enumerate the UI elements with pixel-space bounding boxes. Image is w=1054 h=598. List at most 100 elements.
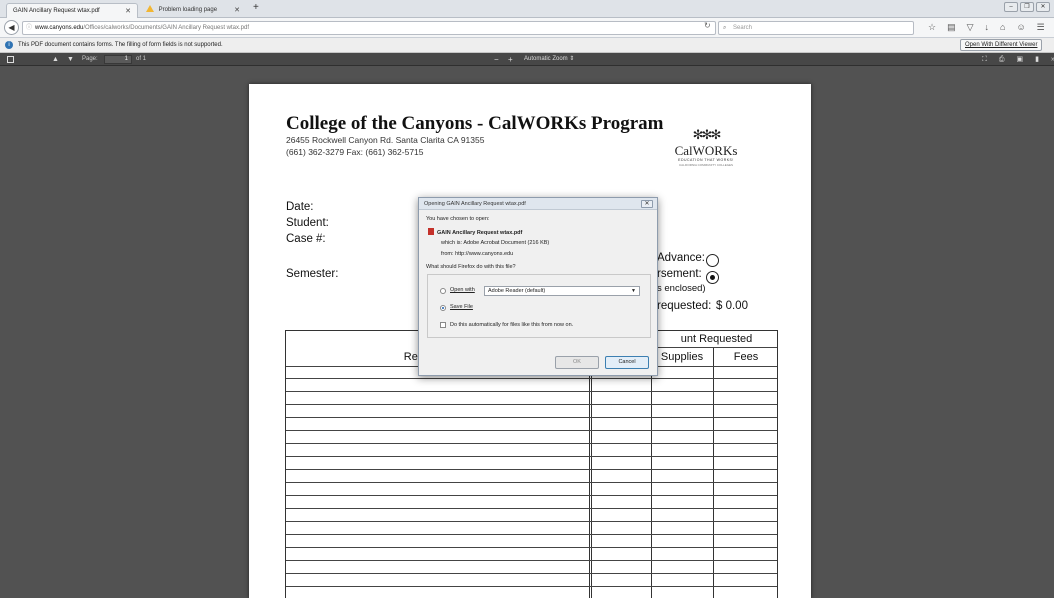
supplies-header: Supplies [660,351,704,363]
page-count: of 1 [136,56,147,62]
pdf-file-icon [428,228,434,235]
menu-icon[interactable]: ☰ [1037,22,1045,33]
tab-strip: GAIN Ancillary Request wtax.pdf ✕ Proble… [0,0,1054,18]
new-tab-button[interactable]: + [253,2,259,13]
page-number-input[interactable]: 1 [104,55,132,64]
total-requested-amount[interactable]: $ 0.00 [716,300,748,312]
navigation-bar: ◀ ⓘ www.canyons.edu/Offices/calworks/Doc… [0,18,1054,38]
row-divider [286,573,777,574]
date-label: Date: [286,201,314,213]
dialog-close-button[interactable]: ✕ [641,200,653,208]
row-divider [286,430,777,431]
save-icon[interactable]: ▣ [1017,53,1024,66]
row-divider [286,482,777,483]
sidebar-toggle-icon[interactable] [7,56,14,63]
tab-label: GAIN Ancillary Request wtax.pdf [13,8,100,14]
cancel-button[interactable]: Cancel [605,356,649,369]
search-icon: ⌕ [723,25,727,31]
row-divider [286,456,777,457]
bookmark-icon[interactable]: ▮ [1035,53,1039,66]
warning-icon [146,5,154,12]
download-icon[interactable]: ↓ [985,22,990,33]
notification-text: This PDF document contains forms. The fi… [18,42,223,48]
dialog-title: Opening GAIN Ancillary Request wtax.pdf [419,198,657,210]
pocket-icon[interactable]: ▽ [967,22,974,33]
row-divider [286,560,777,561]
chevron-down-icon: ▼ [631,288,636,294]
row-divider [286,586,777,587]
amount-requested-header: unt Requested [680,333,753,345]
next-page-icon[interactable]: ▼ [67,53,74,66]
receipts-enclosed-note: s enclosed) [657,283,706,294]
auto-action-label[interactable]: Do this automatically for files like thi… [450,322,573,328]
info-icon: i [5,41,13,49]
auto-action-checkbox[interactable] [440,322,446,328]
row-divider [286,417,777,418]
previous-page-icon[interactable]: ▲ [52,53,59,66]
home-icon[interactable]: ⌂ [1000,22,1005,33]
url-path: /Offices/calworks/Documents/GAIN Ancilla… [83,25,249,31]
reload-icon[interactable]: ↻ [704,21,711,30]
ok-button[interactable]: OK [555,356,599,369]
open-with-radio[interactable] [440,288,446,294]
close-window-button[interactable]: ✕ [1036,2,1050,12]
row-divider [286,443,777,444]
reimbursement-radio[interactable] [706,271,719,284]
case-number-label: Case #: [286,233,326,245]
open-with-app-select[interactable]: Adobe Reader (default) ▼ [484,286,640,296]
save-file-radio[interactable] [440,305,446,311]
semester-label: Semester: [286,268,339,280]
star-icon[interactable]: ☆ [928,22,936,33]
reading-list-icon[interactable]: ▤ [947,22,956,33]
student-label: Student: [286,217,329,229]
pdf-tool-icons: ⛶ ⎙ ▣ ▮ » [982,53,1054,66]
row-divider [286,534,777,535]
tab-problem-loading[interactable]: Problem loading page ✕ [140,3,246,18]
row-divider [286,404,777,405]
row-divider [286,391,777,392]
zoom-out-button[interactable]: − [494,53,499,66]
open-different-viewer-button[interactable]: Open With Different Viewer [960,39,1043,51]
close-tab-icon[interactable]: ✕ [125,4,131,18]
url-bar[interactable]: ⓘ www.canyons.edu/Offices/calworks/Docum… [22,21,716,35]
advance-radio[interactable] [706,254,719,267]
toolbar-icons: ☆ ▤ ▽ ↓ ⌂ ☺ ☰ [928,22,1045,33]
logo-subtitle: CALIFORNIA COMMUNITY COLLEGES [678,163,734,167]
zoom-select[interactable]: Automatic Zoom ⇕ [524,53,574,66]
tab-label: Problem loading page [158,7,218,13]
presentation-mode-icon[interactable]: ⛶ [982,53,987,66]
row-divider [286,521,777,522]
zoom-in-button[interactable]: + [508,53,513,66]
advance-label: Advance: [657,252,705,264]
search-placeholder: Search [733,25,753,31]
save-file-label[interactable]: Save File [450,304,473,310]
file-type: which is: Adobe Acrobat Document (216 KB… [441,240,550,246]
page-label: Page: [82,56,98,62]
logo-text: CalWORKs [674,143,738,158]
open-with-label[interactable]: Open with [450,287,475,293]
fees-header: Fees [733,351,759,363]
print-icon[interactable]: ⎙ [999,53,1005,66]
pdf-toolbar: ▲ ▼ Page: 1 of 1 − + Automatic Zoom ⇕ ⛶ … [0,53,1054,66]
close-tab-icon[interactable]: ✕ [234,3,240,18]
notification-bar: i This PDF document contains forms. The … [0,38,1054,53]
people-figures-icon: ✻✻✻ [692,127,722,142]
back-button[interactable]: ◀ [4,20,19,35]
action-question: What should Firefox do with this file? [426,264,516,270]
chosen-to-open-text: You have chosen to open: [426,216,490,222]
tab-pdf[interactable]: GAIN Ancillary Request wtax.pdf ✕ [6,3,138,18]
total-requested-label: requested: [657,300,712,312]
row-divider [286,469,777,470]
calworks-logo: ✻✻✻ CalWORKs EDUCATION THAT WORKS! CALIF… [674,124,738,180]
document-phone: (661) 362-3279 Fax: (661) 362-5715 [286,147,424,157]
row-divider [286,508,777,509]
site-info-icon[interactable]: ⓘ [26,22,32,34]
sync-icon[interactable]: ☺ [1016,22,1025,33]
search-input[interactable]: ⌕ Search [718,21,914,35]
url-host: www.canyons.edu [35,25,84,31]
row-divider [286,378,777,379]
minimize-button[interactable]: – [1004,2,1018,12]
file-name: GAIN Ancillary Request wtax.pdf [428,228,522,236]
restore-button[interactable]: ❐ [1020,2,1034,12]
download-dialog: Opening GAIN Ancillary Request wtax.pdf … [418,197,658,376]
